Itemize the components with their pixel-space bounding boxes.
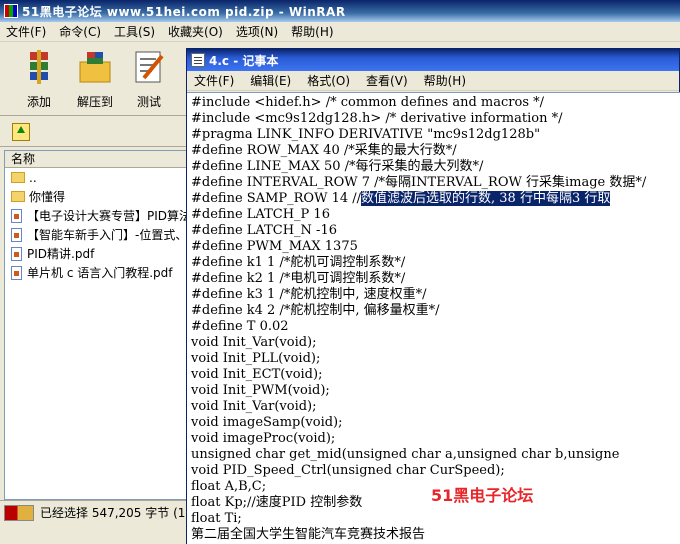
add-archive-icon [30,50,48,84]
extract-to-button-label: 解压到 [76,95,113,109]
file-list: 名称 .. 你懂得 【电子设计大赛专营】PID算法 【智能车新手入门】-位置式、… [4,150,194,500]
winrar-menu-favorites[interactable]: 收藏夹(O) [168,23,223,40]
file-name: 你懂得 [29,190,66,204]
code-line-prefix: #define SAMP_ROW 14 // [191,191,362,206]
code-line: #define k4 2 /*舵机控制中, 偏移量权重*/ [191,303,440,318]
code-line: void Init_Var(void); [191,399,317,414]
code-line: void imageSamp(void); [191,415,343,430]
winrar-menu-tools[interactable]: 工具(S) [114,23,155,40]
folder-icon [11,172,25,183]
selection-status: 已经选择 547,205 字节 (1 [40,506,186,520]
file-name: 【智能车新手入门】-位置式、 [27,228,188,242]
code-line: void imageProc(void); [191,431,336,446]
code-line: #pragma LINK_INFO DERIVATIVE "mc9s12dg12… [191,127,541,142]
code-line: #define k2 1 /*电机可调控制系数*/ [191,271,406,286]
archive-key-icon [4,504,34,521]
winrar-title-bar[interactable]: 51黑电子论坛 www.51hei.com pid.zip - WinRAR [0,0,680,22]
pdf-file-icon [11,265,22,280]
list-item[interactable]: 单片机 c 语言入门教程.pdf [5,263,193,282]
winrar-toolbar: 添加 解压到 测试 [0,42,200,116]
code-line: float Ti; [191,511,242,526]
winrar-bottom-area [0,524,200,544]
selected-text[interactable]: 数值滤波后选取的行数, 38 行中每隔3 行取 [361,191,611,206]
winrar-menu-commands[interactable]: 命令(C) [59,23,101,40]
code-line: #define PWM_MAX 1375 [191,239,358,254]
pdf-file-icon [11,246,22,261]
file-name: 单片机 c 语言入门教程.pdf [27,266,173,280]
column-header-name[interactable]: 名称 [5,151,193,168]
notepad-icon [191,53,205,67]
winrar-app-icon [4,4,18,18]
code-line: void Init_Var(void); [191,335,317,350]
code-line: void PID_Speed_Ctrl(unsigned char CurSpe… [191,463,505,478]
list-item[interactable]: 你懂得 [5,187,193,206]
code-line: void Init_ECT(void); [191,367,323,382]
code-line: void Init_PLL(void); [191,351,321,366]
notepad-menu-file[interactable]: 文件(F) [194,72,234,89]
winrar-status-bar: 已经选择 547,205 字节 (1 [0,500,200,524]
pdf-file-icon [11,208,22,223]
notepad-menu-format[interactable]: 格式(O) [307,72,350,89]
watermark: 51黑电子论坛 [431,486,534,505]
file-name: 【电子设计大赛专营】PID算法 [27,209,192,223]
file-name: .. [29,170,37,185]
add-button-label: 添加 [26,95,51,109]
list-item[interactable]: PID精讲.pdf [5,244,193,263]
pdf-file-icon [11,227,22,242]
test-button[interactable]: 测试 [124,48,174,110]
folder-icon [11,191,25,202]
notepad-title-bar[interactable]: 4.c - 记事本 [187,49,679,71]
notepad-menu-edit[interactable]: 编辑(E) [250,72,291,89]
code-line: #define T 0.02 [191,319,289,334]
list-item[interactable]: 【电子设计大赛专营】PID算法 [5,206,193,225]
winrar-address-bar [0,117,200,147]
code-line: #define k1 1 /*舵机可调控制系数*/ [191,255,406,270]
screen: 51黑电子论坛 www.51hei.com pid.zip - WinRAR 文… [0,0,680,544]
extract-to-icon [79,52,111,83]
add-button[interactable]: 添加 [14,48,64,110]
code-line: #include <mc9s12dg128.h> /* derivative i… [191,111,563,126]
code-line: #define LINE_MAX 50 /*每行采集的最大列数*/ [191,159,484,174]
winrar-title: 51黑电子论坛 www.51hei.com pid.zip - WinRAR [22,4,346,19]
notepad-menu-help[interactable]: 帮助(H) [424,72,466,89]
code-line: #define LATCH_N -16 [191,223,337,238]
list-item[interactable]: .. [5,168,193,187]
winrar-menu-help[interactable]: 帮助(H) [291,23,333,40]
notepad-menu-view[interactable]: 查看(V) [366,72,408,89]
code-line: #define k3 1 /*舵机控制中, 速度权重*/ [191,287,427,302]
code-line: void Init_PWM(void); [191,383,330,398]
code-line: #define INTERVAL_ROW 7 /*每隔INTERVAL_ROW … [191,175,647,190]
code-line: #include <hidef.h> /* common defines and… [191,95,545,110]
notepad-title: 4.c - 记事本 [209,53,279,68]
winrar-menu-bar: 文件(F) 命令(C) 工具(S) 收藏夹(O) 选项(N) 帮助(H) [0,22,680,42]
notepad-text-area[interactable]: #include <hidef.h> /* common defines and… [187,92,680,544]
notepad-menu-bar: 文件(F) 编辑(E) 格式(O) 查看(V) 帮助(H) [187,71,679,91]
test-button-label: 测试 [136,95,161,109]
code-line: unsigned char get_mid(unsigned char a,un… [191,447,620,462]
test-icon [135,51,164,83]
up-folder-icon[interactable] [12,123,30,141]
list-item[interactable]: 【智能车新手入门】-位置式、 [5,225,193,244]
winrar-menu-file[interactable]: 文件(F) [6,23,46,40]
code-line: #define ROW_MAX 40 /*采集的最大行数*/ [191,143,457,158]
code-line: 第二届全国大学生智能汽车竞赛技术报告 [191,527,426,542]
extract-to-button[interactable]: 解压到 [70,48,120,110]
winrar-menu-options[interactable]: 选项(N) [236,23,278,40]
code-line: #define LATCH_P 16 [191,207,330,222]
code-line: #define SAMP_ROW 14 //数值滤波后选取的行数, 38 行中每… [191,191,680,207]
file-name: PID精讲.pdf [27,247,95,261]
notepad-window: 4.c - 记事本 文件(F) 编辑(E) 格式(O) 查看(V) 帮助(H) … [186,48,680,544]
